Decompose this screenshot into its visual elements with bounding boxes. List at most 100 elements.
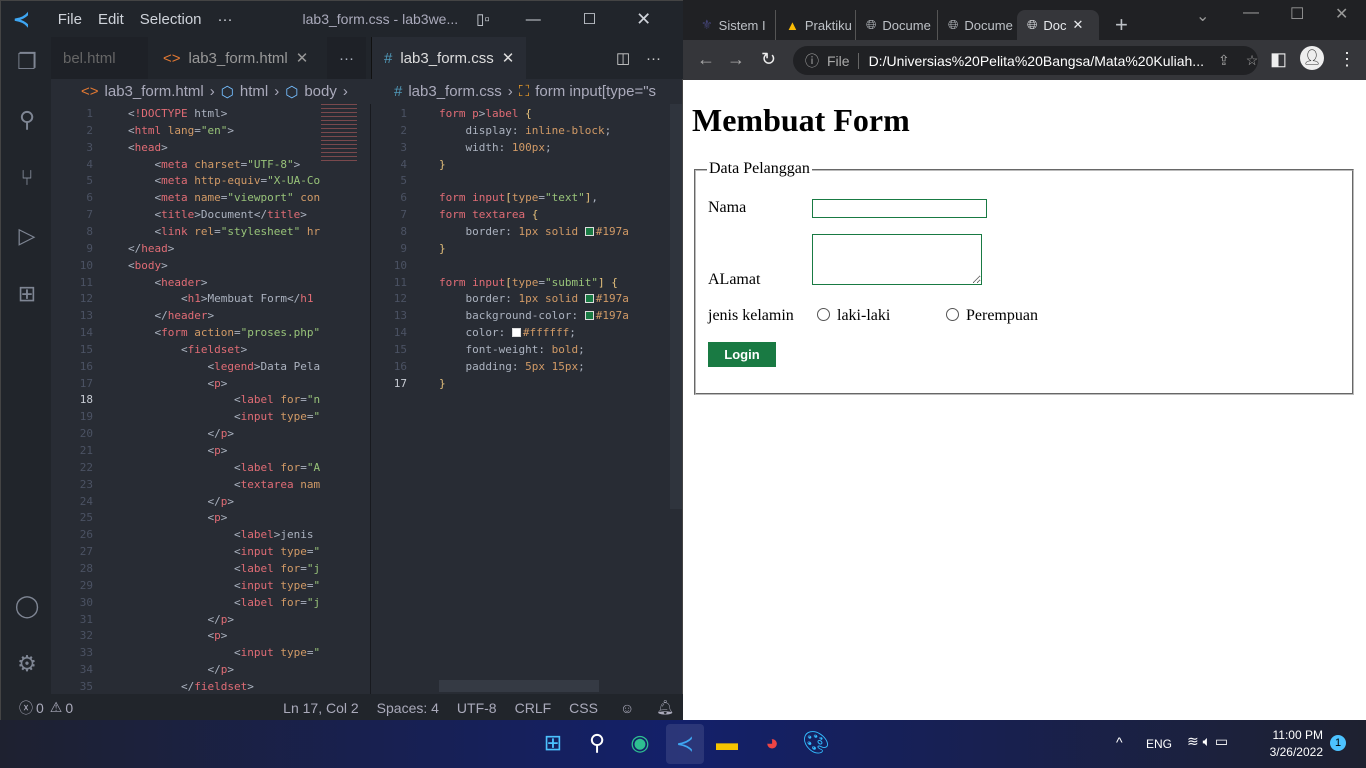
close-tab-icon[interactable]: ✕ (1073, 17, 1084, 33)
code-line[interactable]: <p> (128, 375, 227, 392)
code-line[interactable]: <meta charset="UTF-8"> (128, 156, 301, 173)
code-line[interactable]: <label>jenis (128, 526, 314, 543)
css-editor[interactable]: 1 form p>label {2 display: inline-block; 3… (371, 104, 671, 694)
encoding[interactable]: UTF-8 (457, 700, 497, 716)
breadcrumb-item[interactable]: html (240, 83, 268, 100)
menu-edit[interactable]: Edit (98, 11, 124, 28)
code-line[interactable]: padding: 5px 15px; (439, 358, 584, 375)
perempuan-label[interactable]: Perempuan (966, 307, 1038, 325)
code-line[interactable]: } (439, 375, 446, 392)
breadcrumb-item[interactable]: lab3_form.css (408, 83, 501, 100)
more-actions-button[interactable]: ··· (327, 37, 366, 79)
profile-avatar-icon[interactable]: 👤︎ (1300, 46, 1324, 70)
tab-lab3-form-html[interactable]: <> lab3_form.html ✕ (151, 37, 320, 79)
paint-icon[interactable]: 🎨︎ (801, 730, 831, 760)
minimize-button[interactable]: — (526, 11, 541, 28)
reload-icon[interactable]: ↻ (761, 49, 776, 70)
start-windows-icon[interactable]: ⊞ (538, 730, 568, 760)
code-line[interactable]: </head> (128, 240, 174, 257)
feedback-icon[interactable]: ☺ (620, 700, 634, 716)
code-line[interactable]: color: #ffffff; (439, 324, 575, 341)
language-mode[interactable]: CSS (569, 700, 598, 716)
code-line[interactable]: } (439, 240, 446, 257)
source-control-icon[interactable]: ⑂ (14, 165, 40, 191)
code-line[interactable]: display: inline-block; (439, 122, 611, 139)
file-explorer-icon[interactable]: ▬ (712, 730, 742, 760)
close-tab-icon[interactable]: ✕ (296, 49, 309, 67)
code-line[interactable]: <p> (128, 442, 227, 459)
code-line[interactable]: width: 100px; (439, 139, 551, 156)
code-line[interactable]: </p> (128, 611, 234, 628)
error-count[interactable]: 0 (36, 700, 44, 716)
code-line[interactable]: <body> (128, 257, 168, 274)
menu-file[interactable]: File (58, 11, 82, 28)
maximize-button[interactable]: ☐ (583, 10, 596, 28)
code-line[interactable]: </fieldset> (128, 678, 254, 694)
minimize-button[interactable]: — (1243, 4, 1259, 22)
code-line[interactable]: <input type=" (128, 543, 320, 560)
breadcrumb-item[interactable]: lab3_form.html (105, 83, 204, 100)
warning-icon[interactable]: ⚠ (50, 699, 63, 716)
warning-count[interactable]: 0 (65, 700, 73, 716)
indentation[interactable]: Spaces: 4 (377, 700, 439, 716)
code-line[interactable]: <label for="j (128, 594, 320, 611)
chrome-icon[interactable]: ◕ (757, 730, 787, 760)
login-button[interactable]: Login (708, 342, 776, 367)
search-icon[interactable]: ⚲ (582, 730, 612, 760)
code-line[interactable]: <meta http-equiv="X-UA-Co (128, 172, 321, 189)
error-icon[interactable]: ⓧ (19, 698, 33, 718)
wifi-volume-battery-icons[interactable]: ≋ 🔈︎ ▭ (1187, 733, 1228, 750)
minimap[interactable] (321, 104, 357, 164)
edge-icon[interactable]: ◉ (625, 730, 655, 760)
browser-tab[interactable]: ⚜ Sistem I (691, 10, 775, 40)
code-line[interactable]: <legend>Data Pela (128, 358, 320, 375)
bookmark-star-icon[interactable]: ☆ (1246, 52, 1259, 69)
code-line[interactable]: <header> (128, 274, 208, 291)
new-tab-button[interactable]: + (1105, 10, 1138, 40)
close-button[interactable]: ✕ (636, 9, 651, 30)
browser-tab[interactable]: ▲ Praktiku (775, 10, 855, 40)
code-line[interactable]: <label for="j (128, 560, 320, 577)
code-line[interactable]: form input[type="submit"] { (439, 274, 618, 291)
code-line[interactable]: background-color: #197a (439, 307, 628, 324)
code-line[interactable]: <form action="proses.php" (128, 324, 321, 341)
code-line[interactable]: <input type=" (128, 644, 320, 661)
html-editor[interactable]: 1 <!DOCTYPE html> 2 <html lang="en"> 3 <head>… (51, 104, 371, 694)
side-panel-icon[interactable]: ◧ (1270, 49, 1287, 70)
tab-lab3-form-css[interactable]: # lab3_form.css ✕ (372, 37, 527, 79)
nama-input[interactable] (812, 199, 987, 218)
url-text[interactable]: D:/Universias%20Pelita%20Bangsa/Mata%20K… (857, 52, 1204, 69)
code-line[interactable]: border: 1px solid #197a (439, 290, 628, 307)
code-line[interactable]: font-weight: bold; (439, 341, 584, 358)
code-line[interactable]: <title>Document</title> (128, 206, 307, 223)
code-line[interactable]: form p>label { (439, 105, 532, 122)
code-line[interactable]: } (439, 156, 446, 173)
breadcrumb-item[interactable]: body (304, 83, 337, 100)
line-ending[interactable]: CRLF (515, 700, 552, 716)
code-line[interactable]: <p> (128, 627, 227, 644)
code-line[interactable]: <textarea nam (128, 476, 320, 493)
menu-more[interactable]: ··· (218, 11, 233, 28)
code-line[interactable]: <meta name="viewport" con (128, 189, 321, 206)
show-hidden-icons[interactable]: ^ (1116, 734, 1123, 750)
extensions-icon[interactable]: ⊞ (14, 281, 40, 307)
code-line[interactable]: form input[type="text"], (439, 189, 598, 206)
maximize-button[interactable]: ☐ (1290, 4, 1304, 24)
code-line[interactable]: <p> (128, 509, 227, 526)
clock-time[interactable]: 11:00 PM (1260, 728, 1323, 742)
browser-tab-active[interactable]: 🌐︎ Doc ✕ (1017, 10, 1099, 40)
tab-search-icon[interactable]: ⌄ (1196, 6, 1209, 26)
code-line[interactable]: </p> (128, 661, 234, 678)
code-line[interactable]: <input type=" (128, 577, 320, 594)
back-icon[interactable]: ← (697, 49, 715, 70)
alamat-textarea[interactable] (812, 234, 982, 285)
close-button[interactable]: ✕ (1335, 4, 1348, 24)
menu-kebab-icon[interactable]: ⋮ (1338, 49, 1356, 70)
clock-date[interactable]: 3/26/2022 (1260, 745, 1323, 759)
laki-laki-label[interactable]: laki-laki (837, 307, 890, 325)
notifications-bell-icon[interactable]: 🔔︎ (656, 699, 674, 716)
horizontal-scrollbar[interactable] (439, 680, 599, 692)
vscode-taskbar-icon[interactable]: ≺ (666, 724, 704, 764)
code-line[interactable]: <label for="n (128, 391, 320, 408)
code-line[interactable]: <label for="A (128, 459, 320, 476)
